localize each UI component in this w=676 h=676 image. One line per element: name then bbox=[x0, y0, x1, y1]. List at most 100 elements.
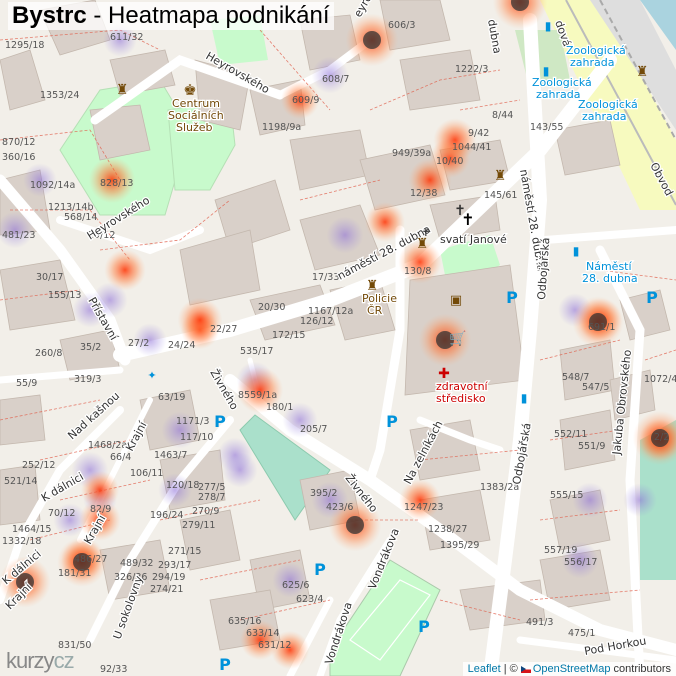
house-number: 360/16 bbox=[2, 152, 35, 163]
attribution-contrib: contributors bbox=[610, 663, 671, 675]
house-number: 828/13 bbox=[100, 178, 133, 189]
house-number: 552/11 bbox=[554, 429, 587, 440]
house-number: 635/16 bbox=[228, 616, 261, 627]
house-number: 609/9 bbox=[292, 95, 319, 106]
house-number: 633/14 bbox=[246, 628, 279, 639]
title-bold: Bystrc bbox=[12, 2, 87, 29]
house-number: 1222/3 bbox=[455, 64, 488, 75]
place-label: svatí Janové bbox=[440, 233, 507, 246]
title-rest: - Heatmapa podnikání bbox=[86, 2, 330, 29]
house-number: 260/8 bbox=[35, 348, 62, 359]
bus-stop-icon: ▮ bbox=[521, 391, 528, 405]
monument-icon: ♜ bbox=[636, 64, 649, 80]
house-number: 870/12 bbox=[2, 137, 35, 148]
house-number: 611/32 bbox=[110, 32, 143, 43]
bus-stop-icon: ▮ bbox=[573, 244, 580, 258]
house-number: 155/13 bbox=[48, 290, 81, 301]
house-number: 2/2 bbox=[654, 432, 669, 443]
heat-point bbox=[177, 297, 223, 343]
house-number: 1044/41 bbox=[452, 142, 491, 153]
logo-main: kurzy bbox=[6, 648, 55, 673]
parking-icon: P bbox=[418, 617, 430, 636]
house-number: 120/18 bbox=[166, 480, 199, 491]
house-number: 1464/15 bbox=[12, 524, 51, 535]
parking-icon: P bbox=[386, 412, 398, 431]
house-number: 30/17 bbox=[36, 272, 63, 283]
kurzy-logo[interactable]: kurzycz bbox=[6, 648, 75, 674]
bus-stop-icon: ▮ bbox=[545, 19, 552, 33]
house-number: 608/7 bbox=[322, 74, 349, 85]
house-number: 270/9 bbox=[192, 506, 219, 517]
house-number: 606/3 bbox=[388, 20, 415, 31]
house-number: 294/19 bbox=[152, 572, 185, 583]
house-number: 1295/18 bbox=[5, 40, 44, 51]
house-number: 70/12 bbox=[48, 508, 75, 519]
place-label: zahrada bbox=[536, 88, 580, 101]
house-number: 274/21 bbox=[150, 584, 183, 595]
museum-icon: ♜ bbox=[494, 168, 507, 184]
place-label: 28. dubna bbox=[582, 272, 638, 285]
house-number: 1238/27 bbox=[428, 524, 467, 535]
house-number: 423/6 bbox=[326, 502, 353, 513]
house-number: 22/27 bbox=[210, 324, 237, 335]
house-number: 205/7 bbox=[300, 424, 327, 435]
parking-icon: P bbox=[214, 412, 226, 431]
leaflet-link[interactable]: Leaflet bbox=[468, 663, 501, 675]
heat-point bbox=[326, 216, 364, 254]
house-number: 27/2 bbox=[128, 338, 149, 349]
place-label: zahrada bbox=[582, 110, 626, 123]
house-number: 20/30 bbox=[258, 302, 285, 313]
parking-icon: P bbox=[506, 288, 518, 307]
place-label: středisko bbox=[436, 392, 486, 405]
house-number: 271/15 bbox=[168, 546, 201, 557]
house-number: 196/24 bbox=[150, 510, 183, 521]
map-view[interactable]: 1295/18 611/32 606/3 1222/3 608/7 609/9 1198/9… bbox=[0, 0, 676, 676]
house-number: 489/32 bbox=[120, 558, 153, 569]
church-icon: ✝ bbox=[461, 210, 474, 229]
house-number: 10/40 bbox=[436, 156, 463, 167]
attribution: Leaflet | © OpenStreetMap contributors bbox=[462, 662, 676, 676]
house-number: 535/17 bbox=[240, 346, 273, 357]
place-label: zahrada bbox=[570, 56, 614, 69]
house-number: 521/14 bbox=[4, 476, 37, 487]
house-number: 8559/1a bbox=[238, 390, 277, 401]
house-number: 556/17 bbox=[564, 557, 597, 568]
house-number: 24/24 bbox=[168, 340, 195, 351]
house-number: 568/14 bbox=[64, 212, 97, 223]
house-number: 547/5 bbox=[582, 382, 609, 393]
house-number: 319/3 bbox=[74, 374, 101, 385]
parking-icon: P bbox=[646, 288, 658, 307]
house-number: 1468/2a bbox=[88, 440, 127, 451]
house-number: 395/2 bbox=[310, 488, 337, 499]
house-number: 55/9 bbox=[16, 378, 37, 389]
house-number: 1247/23 bbox=[404, 502, 443, 513]
heat-point bbox=[365, 202, 405, 242]
house-number: 557/19 bbox=[544, 545, 577, 556]
map-canvas[interactable]: 1295/18 611/32 606/3 1222/3 608/7609/9 1198/9… bbox=[0, 0, 676, 676]
house-number: 1072/4 bbox=[644, 374, 676, 385]
parking-icon: P bbox=[219, 655, 231, 674]
logo-suffix: cz bbox=[53, 648, 75, 673]
house-number: 1171/3 bbox=[176, 416, 209, 427]
house-number: 949/39a bbox=[392, 148, 431, 159]
house-number: 475/1 bbox=[568, 628, 595, 639]
house-number: 631/12 bbox=[258, 640, 291, 651]
house-number: 1395/29 bbox=[440, 540, 479, 551]
house-number: 1463/7 bbox=[154, 450, 187, 461]
house-number: 491/3 bbox=[526, 617, 553, 628]
monument-icon: ♜ bbox=[416, 236, 429, 252]
house-number: 63/19 bbox=[158, 392, 185, 403]
house-number: 481/23 bbox=[2, 230, 35, 241]
attribution-sep: | © bbox=[500, 663, 521, 675]
house-number: 279/11 bbox=[182, 520, 215, 531]
house-number: 1092/14a bbox=[30, 180, 75, 191]
place-label: Služeb bbox=[176, 121, 213, 134]
czech-flag-icon bbox=[520, 665, 531, 673]
house-number: 92/33 bbox=[100, 664, 127, 675]
map-title: Bystrc - Heatmapa podnikání bbox=[8, 2, 334, 30]
house-number: 551/9 bbox=[578, 441, 605, 452]
house-number: 143/55 bbox=[530, 122, 563, 133]
house-number: 106/11 bbox=[130, 468, 163, 479]
osm-link[interactable]: OpenStreetMap bbox=[533, 663, 611, 675]
house-number: 1332/18 bbox=[2, 536, 41, 547]
